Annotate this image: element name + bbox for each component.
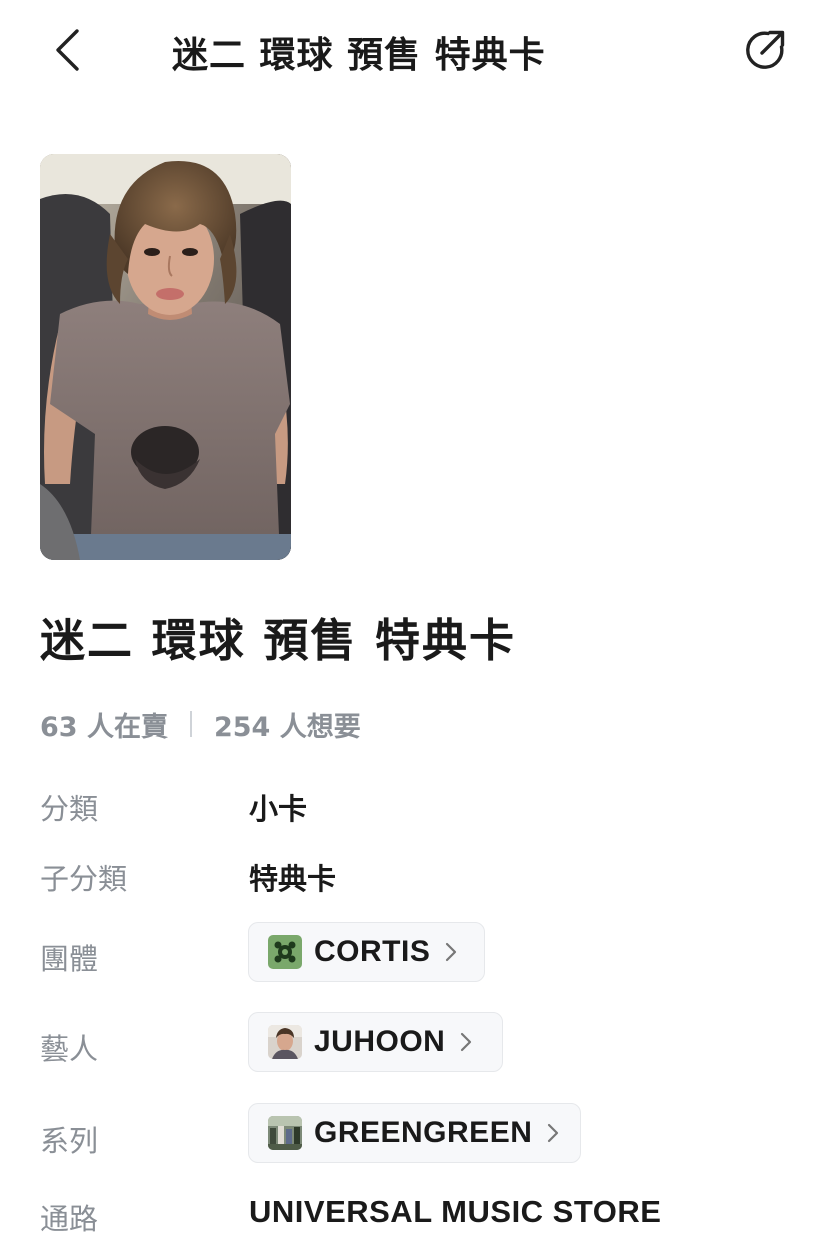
- cortis-logo-icon: [268, 935, 302, 969]
- product-title: 迷二 環球 預售 特典卡: [40, 614, 517, 667]
- chevron-right-icon: [459, 1030, 475, 1054]
- top-bar: 迷二 環球 預售 特典卡: [0, 0, 835, 100]
- series-label: 系列: [40, 1124, 99, 1158]
- product-photo[interactable]: [40, 154, 291, 560]
- channel-value: UNIVERSAL MUSIC STORE: [249, 1194, 662, 1229]
- photocard-image: [40, 154, 291, 560]
- share-icon: [746, 30, 785, 69]
- artist-chip[interactable]: JUHOON: [248, 1012, 503, 1072]
- artist-label: 藝人: [40, 1032, 99, 1066]
- share-button[interactable]: [736, 22, 794, 78]
- selling-count[interactable]: 63 人在賣: [40, 705, 168, 744]
- back-button[interactable]: [44, 22, 92, 78]
- group-label: 團體: [40, 942, 99, 976]
- category-label: 分類: [40, 792, 99, 826]
- wanting-count[interactable]: 254 人想要: [214, 705, 361, 744]
- subcategory-label: 子分類: [40, 862, 128, 896]
- subcategory-value: 特典卡: [249, 862, 337, 896]
- series-cover-image: [268, 1116, 302, 1150]
- group-name: CORTIS: [314, 935, 431, 968]
- series-name: GREENGREEN: [314, 1116, 533, 1149]
- page-title: 迷二 環球 預售 特典卡: [172, 35, 546, 76]
- category-value: 小卡: [249, 792, 308, 826]
- stats-divider: [189, 711, 192, 737]
- listing-stats: 63 人在賣 254 人想要: [40, 704, 361, 744]
- chevron-right-icon: [444, 940, 460, 964]
- group-logo: [268, 935, 302, 969]
- artist-avatar-image: [268, 1025, 302, 1059]
- series-thumbnail: [268, 1116, 302, 1150]
- chevron-right-icon: [546, 1121, 560, 1145]
- artist-avatar: [268, 1025, 302, 1059]
- series-chip[interactable]: GREENGREEN: [248, 1103, 581, 1163]
- chevron-left-icon: [56, 29, 79, 71]
- artist-name: JUHOON: [314, 1025, 446, 1058]
- group-chip[interactable]: CORTIS: [248, 922, 485, 982]
